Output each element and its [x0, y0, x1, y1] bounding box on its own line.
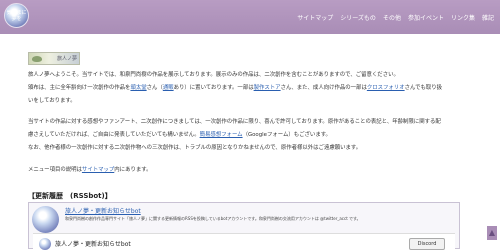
intro-text: 旅人ノ夢へようこそ。当サイトでは、和泉門尚樹の作品を展示しております。展示のみの…	[28, 72, 476, 180]
feed-description: 和泉門尚樹の創作作品専門サイト「旅人ノ夢」に関する更新情報のRSSを投稿している…	[65, 216, 361, 221]
link-feedback-form[interactable]: 簡易感想フォーム	[200, 132, 243, 138]
avatar[interactable]	[32, 206, 59, 233]
intro-p5: メニュー項目の説明はサイトマップ内にあります。	[28, 167, 476, 175]
updates-title: 【更新履歴 (RSSbot)】	[28, 192, 112, 200]
text: メニュー項目の説明は	[28, 166, 82, 173]
link-tsuhan[interactable]: 通販	[163, 85, 174, 91]
text: （Googleフォーム）もございます。	[242, 132, 331, 139]
text: さん、また、成人向け作品の一部は	[280, 85, 367, 92]
nav-item-other[interactable]: その他	[383, 13, 401, 22]
text: さん（	[146, 85, 163, 92]
site-banner[interactable]: 旅人ノ夢	[28, 52, 80, 65]
banner-text: 旅人ノ夢	[56, 56, 77, 62]
rss-feed-widget: 旅人ノ夢・更新お知らせbot 和泉門尚樹の創作作品専門サイト「旅人ノ夢」に関する…	[28, 202, 460, 250]
feed-account-name[interactable]: 旅人ノ夢・更新お知らせbot	[65, 206, 141, 215]
text: さんでも取り扱	[404, 85, 443, 92]
avatar[interactable]	[39, 238, 51, 250]
main-nav: サイトマップ シリーズもの その他 参加イベント リンク集 雑記	[297, 13, 494, 22]
nav-item-events[interactable]: 参加イベント	[408, 13, 444, 22]
scroll-top-button[interactable]: ▲	[487, 226, 497, 240]
logo-text: 気ままに夢を	[6, 10, 27, 22]
nav-item-notes[interactable]: 雑記	[482, 13, 494, 22]
link-hantado[interactable]: 頒太堂	[130, 85, 146, 91]
text: あり）に置いております。一部は	[173, 85, 254, 92]
link-crossfolio[interactable]: クロスフォリオ	[367, 85, 405, 91]
nav-item-links[interactable]: リンク集	[451, 13, 475, 22]
intro-p4: なお、他作者様の一次創作に対する二次創作物への三次創作は、トラブルの原因となりか…	[28, 145, 362, 152]
link-sitemap[interactable]: サイトマップ	[82, 167, 114, 173]
discord-button[interactable]: Discord	[409, 238, 445, 250]
intro-p3-cont: 慮さえしていただければ、ご自由に発表していただいても構いません。簡易感想フォーム…	[28, 132, 476, 140]
intro-p2-cont: いをしております。	[28, 98, 76, 105]
feed-card: 旅人ノ夢・更新お知らせbot Discord	[33, 233, 455, 250]
text: 慮さえしていただければ、ご自由に発表していただいても構いません。	[28, 132, 200, 139]
arrow-up-icon: ▲	[488, 228, 496, 237]
site-header: 気ままに夢を サイトマップ シリーズもの その他 参加イベント リンク集 雑記	[0, 0, 500, 34]
text: 内にあります。	[114, 166, 152, 173]
link-store[interactable]: 製作ストア	[254, 85, 281, 91]
intro-p3: 当サイトの作品に対する感想やファンアート、二次創作につきましては、一次創作の作品…	[28, 119, 441, 126]
bird-icon	[32, 56, 42, 62]
nav-item-sitemap[interactable]: サイトマップ	[297, 13, 333, 22]
text: 頒布は、主に全年齢向け一次創作の作品を	[28, 85, 131, 92]
intro-p1: 旅人ノ夢へようこそ。当サイトでは、和泉門尚樹の作品を展示しております。展示のみの…	[28, 72, 399, 78]
nav-item-series[interactable]: シリーズもの	[340, 13, 376, 22]
intro-p2: 頒布は、主に全年齢向け一次創作の作品を頒太堂さん（通販あり）に置いております。一…	[28, 85, 476, 93]
site-logo[interactable]: 気ままに夢を	[4, 3, 29, 28]
